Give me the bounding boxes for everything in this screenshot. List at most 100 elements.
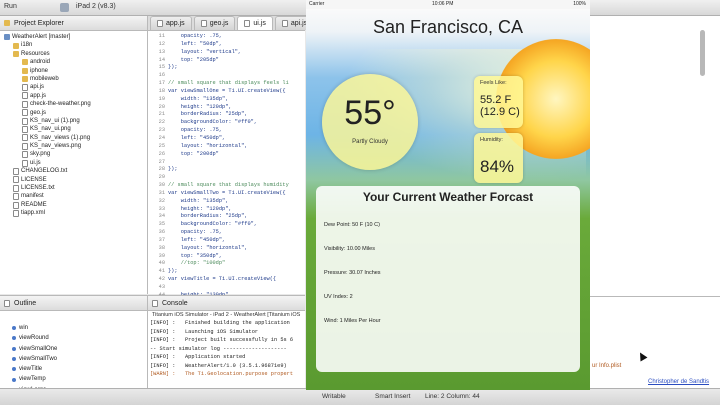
forecast-uv-index: UV Index: 2: [324, 294, 353, 300]
run-icon[interactable]: [60, 3, 69, 12]
tree-item[interactable]: tiapp.xml: [4, 209, 147, 217]
battery-label: 100%: [573, 1, 586, 7]
tree-item[interactable]: CHANGELOG.txt: [4, 167, 147, 175]
run-menu-button[interactable]: Run: [4, 3, 17, 10]
code-line[interactable]: 26 top: "200dp": [148, 151, 305, 159]
tree-item[interactable]: geo.js: [4, 109, 147, 117]
tree-item[interactable]: KS_nav_ui (1).png: [4, 117, 147, 125]
code-line[interactable]: 14 top: "205dp": [148, 57, 305, 65]
code-line[interactable]: 24 left: "450dp",: [148, 135, 305, 143]
code-line[interactable]: 23 opacity: .75,: [148, 127, 305, 135]
tab-label: app.js: [166, 20, 185, 27]
outline-item[interactable]: viewTitle: [0, 364, 147, 374]
console-line: [INFO] : Application started: [150, 354, 246, 360]
tree-item[interactable]: KS_nav_views (1).png: [4, 134, 147, 142]
code-line[interactable]: 37 left: "450dp",: [148, 237, 305, 245]
code-line[interactable]: 41});: [148, 268, 305, 276]
code-line[interactable]: 28});: [148, 166, 305, 174]
tree-item[interactable]: check-the-weather.png: [4, 100, 147, 108]
code-line[interactable]: 19 width: "135dp",: [148, 96, 305, 104]
outline-item[interactable]: viewSmallOne: [0, 344, 147, 354]
tree-item[interactable]: app.js: [4, 92, 147, 100]
tree-item-label: check-the-weather.png: [30, 101, 91, 108]
file-icon: [22, 134, 28, 142]
code-line[interactable]: 12 left: "50dp",: [148, 41, 305, 49]
code-line[interactable]: 11 opacity: .75,: [148, 33, 305, 41]
file-icon: [13, 193, 19, 201]
code-line[interactable]: 30// small square that displays humidity: [148, 182, 305, 190]
tab-app-js[interactable]: app.js: [150, 16, 192, 30]
code-line[interactable]: 36 opacity: .75,: [148, 229, 305, 237]
code-line[interactable]: 16: [148, 72, 305, 80]
code-line[interactable]: 29: [148, 174, 305, 182]
tree-item-label: sky.png: [30, 151, 51, 158]
code-line[interactable]: 38 layout: "horizontal",: [148, 245, 305, 253]
code-line[interactable]: 25 layout: "horizontal",: [148, 143, 305, 151]
outline-item[interactable]: viewRound: [0, 333, 147, 343]
console-output[interactable]: [INFO] : Finished building the applicati…: [148, 319, 305, 379]
code-line[interactable]: 33 height: "120dp",: [148, 206, 305, 214]
code-line[interactable]: 40 //top: "100dp": [148, 260, 305, 268]
tree-item[interactable]: mobileweb: [4, 75, 147, 83]
variable-icon: [12, 357, 16, 362]
code-line[interactable]: 22 backgroundColor: "#ff0",: [148, 119, 305, 127]
author-link[interactable]: Christopher de Sandtis: [648, 379, 709, 385]
status-insert-mode: Smart Insert: [375, 393, 411, 400]
outline-panel: Outline win viewRound viewSmallOne viewSmal…: [0, 295, 148, 393]
folder-icon: [13, 42, 19, 49]
tree-item[interactable]: LICENSE.txt: [4, 184, 147, 192]
tree-item[interactable]: LICENSE: [4, 176, 147, 184]
feels-like-celsius: (12.9 C): [480, 106, 520, 118]
code-line[interactable]: 32 width: "135dp",: [148, 198, 305, 206]
tree-item[interactable]: README: [4, 201, 147, 209]
code-line[interactable]: 35 backgroundColor: "#ff0",: [148, 221, 305, 229]
device-selector[interactable]: iPad 2 (v8.3): [76, 3, 116, 10]
line-text: });: [168, 268, 178, 275]
tab-ui-js[interactable]: ui.js: [237, 16, 273, 30]
code-line[interactable]: 31 var viewSmallTwo = Ti.UI.createView({: [148, 190, 305, 198]
tree-item-label: geo.js: [30, 109, 47, 116]
js-file-icon: [157, 20, 163, 27]
code-line[interactable]: 39 top: "350dp",: [148, 253, 305, 261]
tree-item[interactable]: KS_nav_views.png: [4, 142, 147, 150]
file-icon: [22, 125, 28, 133]
outline-item[interactable]: viewTemp: [0, 374, 147, 384]
line-number: 27: [158, 158, 165, 165]
code-line[interactable]: 15});: [148, 64, 305, 72]
outline-item[interactable]: viewSmallTwo: [0, 354, 147, 364]
tree-item[interactable]: ui.js: [4, 159, 147, 167]
tree-item[interactable]: iphone: [4, 67, 147, 75]
code-line[interactable]: 20 height: "120dp",: [148, 104, 305, 112]
code-line[interactable]: 13 layout: "vertical",: [148, 49, 305, 57]
code-lines[interactable]: 11 opacity: .75, 12 left: "50dp", 13 layou…: [148, 31, 305, 300]
code-line[interactable]: 21 borderRadius: "25dp",: [148, 111, 305, 119]
folder-icon: [22, 76, 28, 83]
file-icon: [13, 184, 19, 192]
tree-item[interactable]: KS_nav_ui.png: [4, 125, 147, 133]
tree-item[interactable]: sky.png: [4, 150, 147, 159]
code-line[interactable]: 34 borderRadius: "25dp",: [148, 213, 305, 221]
outline-item[interactable]: win: [0, 323, 147, 333]
code-line[interactable]: 43: [148, 284, 305, 292]
tab-geo-js[interactable]: geo.js: [193, 16, 236, 30]
carrier-label: Carrier: [309, 1, 325, 7]
tree-item[interactable]: api.js: [4, 83, 147, 92]
code-line[interactable]: 27: [148, 159, 305, 167]
variable-icon: [12, 336, 16, 341]
tree-item[interactable]: i18n: [4, 41, 147, 49]
code-line[interactable]: 17// small square that displays feels li: [148, 80, 305, 88]
ios-simulator: Carrier 10:06 PM 100% San Francisco, CA …: [306, 0, 590, 390]
code-line[interactable]: 42 var viewTitle = Ti.UI.createView({: [148, 276, 305, 284]
console-line: [INFO] : WeatherAlert/1.0 (3.5.1.96871e9…: [150, 362, 287, 369]
line-number: 38: [158, 244, 165, 251]
tree-item[interactable]: Resources: [4, 50, 147, 58]
line-number: 37: [158, 236, 165, 243]
editor-scrollbar[interactable]: [700, 30, 705, 76]
tab-label: api.js: [290, 20, 308, 27]
tree-item[interactable]: android: [4, 58, 147, 66]
code-line[interactable]: 18 var viewSmallOne = Ti.UI.createView({: [148, 88, 305, 96]
file-icon: [22, 109, 28, 117]
tree-item[interactable]: manifest: [4, 192, 147, 201]
tree-item[interactable]: WeatherAlert [master]: [4, 33, 147, 41]
line-text: left: "50dp",: [168, 40, 223, 47]
